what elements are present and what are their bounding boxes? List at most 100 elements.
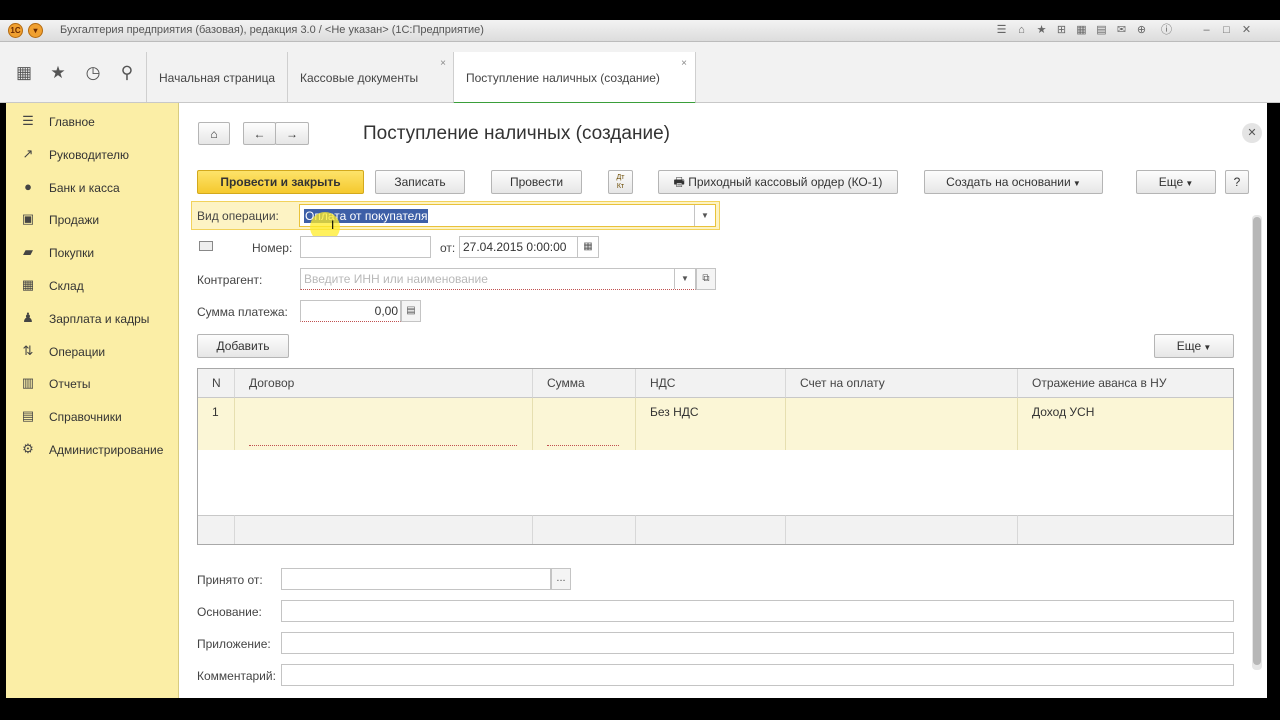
sidebar: ☰ Главное ↗ Руководителю ● Банк и касса … xyxy=(6,103,179,698)
app-logo-icon[interactable]: 1С xyxy=(8,23,23,38)
calculator-icon[interactable]: ▤ xyxy=(401,300,421,322)
bar-chart-icon: ▥ xyxy=(21,375,35,390)
table-cell-contract[interactable] xyxy=(235,398,533,450)
close-form-icon[interactable]: ✕ xyxy=(1242,123,1262,143)
favorites-star-icon[interactable]: ★ xyxy=(47,62,69,84)
attachment-input[interactable] xyxy=(281,632,1234,654)
add-row-button[interactable]: Добавить xyxy=(197,334,289,358)
close-window-icon[interactable]: ✕ xyxy=(1240,24,1253,37)
sidebar-item-bank-cash[interactable]: ● Банк и касса xyxy=(6,176,179,200)
menu-icon[interactable]: ☰ xyxy=(995,24,1008,37)
history-icon[interactable]: ⊞ xyxy=(1055,24,1068,37)
forward-button[interactable]: → xyxy=(275,122,309,145)
column-header-advance[interactable]: Отражение аванса в НУ xyxy=(1018,369,1233,398)
person-icon: ♟ xyxy=(22,310,34,325)
select-more-icon[interactable]: ... xyxy=(551,568,571,590)
chevron-down-icon: ▼ xyxy=(1201,343,1212,352)
sidebar-item-warehouse[interactable]: ▦ Склад xyxy=(6,274,179,298)
chevron-down-icon[interactable]: ▼ xyxy=(694,205,715,226)
window-title: Бухгалтерия предприятия (базовая), редак… xyxy=(60,24,484,36)
sidebar-item-salary[interactable]: ♟ Зарплата и кадры xyxy=(6,307,179,331)
dt-kt-button[interactable]: Дт Кт xyxy=(608,170,633,194)
app-menu-icon[interactable]: ▾ xyxy=(28,23,43,38)
arrow-right-icon: → xyxy=(286,127,298,141)
history-clock-icon[interactable]: ◷ xyxy=(82,62,104,84)
calculator-icon[interactable]: ▤ xyxy=(1095,24,1108,37)
info-icon[interactable]: ⓘ xyxy=(1160,24,1173,37)
post-and-close-button[interactable]: Провести и закрыть xyxy=(197,170,364,194)
sidebar-item-reports[interactable]: ▥ Отчеты xyxy=(6,372,179,396)
basis-input[interactable] xyxy=(281,600,1234,622)
table-more-button[interactable]: Еще ▼ xyxy=(1154,334,1234,358)
number-input[interactable] xyxy=(300,236,431,258)
gear-icon: ⚙ xyxy=(22,441,34,456)
date-input[interactable]: 27.04.2015 0:00:00 ▦ xyxy=(459,236,599,258)
print-cash-order-button[interactable]: 🖶 Приходный кассовый ордер (КО-1) xyxy=(658,170,898,194)
amount-input[interactable]: 0,00 xyxy=(300,300,401,322)
column-header-vat[interactable]: НДС xyxy=(636,369,786,398)
received-from-label: Принято от: xyxy=(197,573,263,587)
table-footer-cell xyxy=(198,515,235,544)
home-button[interactable]: ⌂ xyxy=(198,122,230,145)
counterparty-input[interactable]: Введите ИНН или наименование ▼ xyxy=(300,268,696,290)
sidebar-item-manager[interactable]: ↗ Руководителю xyxy=(6,143,179,167)
tab-home-page[interactable]: Начальная страница xyxy=(146,52,288,102)
operation-type-select[interactable]: Оплата от покупателя ▼ xyxy=(299,204,716,227)
close-tab-icon[interactable]: × xyxy=(681,58,687,69)
sidebar-item-main[interactable]: ☰ Главное xyxy=(6,110,179,134)
table-footer-cell xyxy=(1018,515,1233,544)
post-button[interactable]: Провести xyxy=(491,170,582,194)
comment-label: Комментарий: xyxy=(197,669,276,683)
home-icon[interactable]: ⌂ xyxy=(1015,24,1028,37)
column-header-amount[interactable]: Сумма xyxy=(533,369,636,398)
star-icon[interactable]: ★ xyxy=(1035,24,1048,37)
comment-input[interactable] xyxy=(281,664,1234,686)
open-counterparty-icon[interactable]: ⧉ xyxy=(696,268,716,290)
close-tab-icon[interactable]: × xyxy=(440,58,446,69)
sidebar-item-operations[interactable]: ⇅ Операции xyxy=(6,340,179,364)
amount-label: Сумма платежа: xyxy=(197,305,288,319)
scrollbar-thumb[interactable] xyxy=(1253,217,1261,665)
received-from-input[interactable] xyxy=(281,568,551,590)
chevron-down-icon[interactable]: ▼ xyxy=(674,269,695,289)
table-row[interactable]: 1 xyxy=(198,398,235,450)
column-header-n[interactable]: N xyxy=(198,369,235,398)
table-cell-vat[interactable]: Без НДС xyxy=(636,398,786,450)
column-header-contract[interactable]: Договор xyxy=(235,369,533,398)
save-button[interactable]: Записать xyxy=(375,170,465,194)
search-icon[interactable]: ⚲ xyxy=(116,62,138,84)
table-cell-invoice[interactable] xyxy=(786,398,1018,450)
number-edit-icon[interactable] xyxy=(199,241,213,251)
column-header-invoice[interactable]: Счет на оплату xyxy=(786,369,1018,398)
more-button[interactable]: Еще ▼ xyxy=(1136,170,1216,194)
calendar-icon[interactable]: ▦ xyxy=(1075,24,1088,37)
table-cell-amount[interactable] xyxy=(533,398,636,450)
sidebar-item-administration[interactable]: ⚙ Администрирование xyxy=(6,438,179,462)
create-based-on-button[interactable]: Создать на основании ▼ xyxy=(924,170,1103,194)
operation-type-label: Вид операции: xyxy=(197,209,279,223)
zoom-icon[interactable]: ⊕ xyxy=(1135,24,1148,37)
document-form: ⌂ ← → Поступление наличных (создание) ✕ … xyxy=(179,103,1267,698)
sidebar-item-catalogs[interactable]: ▤ Справочники xyxy=(6,405,179,429)
mail-icon[interactable]: ✉ xyxy=(1115,24,1128,37)
text-cursor-icon: I xyxy=(331,218,335,232)
minimize-icon[interactable]: – xyxy=(1200,24,1213,37)
maximize-icon[interactable]: □ xyxy=(1220,24,1233,37)
tab-cash-documents[interactable]: Кассовые документы × xyxy=(287,52,454,102)
vertical-scrollbar[interactable] xyxy=(1252,215,1262,670)
tab-cash-receipt[interactable]: Поступление наличных (создание) × xyxy=(453,52,696,104)
sidebar-item-sales[interactable]: ▣ Продажи xyxy=(6,208,179,232)
date-label: от: xyxy=(440,241,456,255)
back-button[interactable]: ← xyxy=(243,122,276,145)
table-cell-advance[interactable]: Доход УСН xyxy=(1018,398,1233,450)
sidebar-item-purchases[interactable]: ▰ Покупки xyxy=(6,241,179,265)
bag-icon: ▣ xyxy=(21,211,35,226)
attachment-label: Приложение: xyxy=(197,637,271,651)
help-button[interactable]: ? xyxy=(1225,170,1249,194)
required-underline xyxy=(547,445,619,446)
coin-icon: ● xyxy=(24,179,32,194)
section-tabbar: ▦ ★ ◷ ⚲ Начальная страница Кассовые доку… xyxy=(0,42,1280,104)
calendar-icon[interactable]: ▦ xyxy=(577,237,598,257)
printer-icon: 🖶 xyxy=(673,175,689,189)
apps-grid-icon[interactable]: ▦ xyxy=(13,62,35,84)
